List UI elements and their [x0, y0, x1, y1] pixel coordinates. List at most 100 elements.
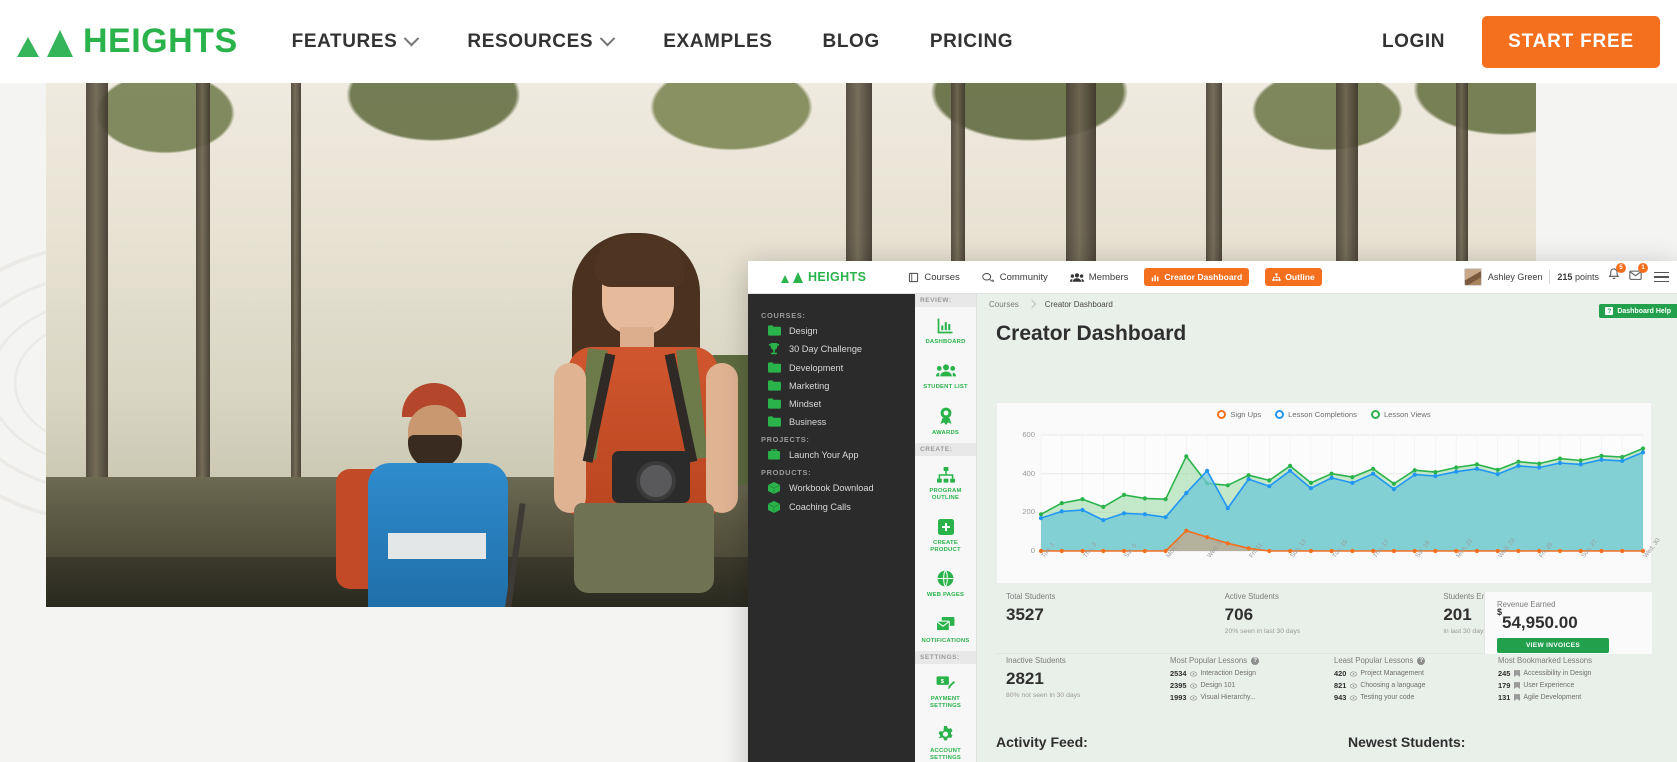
legend-item-lesson-completions[interactable]: Lesson Completions — [1275, 410, 1357, 419]
activity-feed-title: Activity Feed: — [996, 734, 1088, 750]
help-icon[interactable]: ? — [1417, 656, 1426, 665]
rail-item-web-pages[interactable]: WEB PAGES — [915, 560, 976, 605]
legend-item-lesson-views[interactable]: Lesson Views — [1370, 410, 1431, 419]
site-header-actions: LOGIN START FREE — [1382, 15, 1660, 68]
sidebar-item-workbook-download[interactable]: Workbook Download — [768, 482, 915, 494]
nav-item-resources[interactable]: RESOURCES — [467, 31, 616, 53]
briefcase-icon — [768, 449, 782, 460]
help-icon[interactable]: ? — [1251, 656, 1260, 665]
folder-icon — [768, 416, 782, 427]
rail-item-notifications[interactable]: NOTIFICATIONS — [915, 606, 976, 651]
legend-label: Sign Ups — [1230, 410, 1262, 419]
list-item: 245 Accessibility in Design — [1498, 669, 1592, 678]
sidebar-item-30-day-challenge[interactable]: 30 Day Challenge — [768, 343, 915, 355]
rail-item-student-list[interactable]: STUDENT LIST — [915, 352, 976, 397]
nav-item-pricing[interactable]: PRICING — [930, 31, 1013, 53]
rail-item-label: STUDENT LIST — [923, 384, 968, 391]
avatar[interactable] — [1463, 268, 1482, 286]
newest-students: Newest Students: Brad Parker May 11, 201… — [1348, 734, 1648, 762]
nav-item-examples[interactable]: EXAMPLES — [663, 31, 772, 53]
rail-item-payment-settings[interactable]: $ PAYMENT SETTINGS — [915, 664, 976, 716]
nav-label: PRICING — [929, 30, 1014, 52]
rail-item-dashboard[interactable]: DASHBOARD — [915, 307, 976, 352]
notification-badge: 5 — [1616, 263, 1626, 273]
list-item: 2534 Interaction Design — [1170, 669, 1256, 678]
globe-icon — [937, 569, 954, 588]
dashboard-help-button[interactable]: ? Dashboard Help — [1599, 304, 1677, 318]
divider — [1549, 270, 1551, 284]
sidebar-item-label: Workbook Download — [789, 483, 874, 493]
sidebar-item-label: Development — [789, 362, 844, 373]
site-logo[interactable]: HEIGHTS — [17, 22, 238, 61]
sidebar-item-design[interactable]: Design — [768, 325, 915, 336]
stat-label-text: Most Popular Lessons — [1170, 656, 1248, 665]
outline-button[interactable]: Outline — [1265, 268, 1322, 286]
nav-label: EXAMPLES — [663, 30, 773, 52]
login-link[interactable]: LOGIN — [1382, 31, 1445, 53]
stat-label-text: Most Bookmarked Lessons — [1498, 656, 1593, 665]
breadcrumb-root[interactable]: Courses — [989, 300, 1019, 309]
list-item: 2395 Design 101 — [1170, 681, 1236, 690]
sidebar-item-marketing[interactable]: Marketing — [768, 380, 915, 391]
app-nav-courses[interactable]: Courses — [908, 272, 960, 283]
rail-heading-review: REVIEW: — [915, 294, 976, 307]
legend-item-sign-ups[interactable]: Sign Ups — [1217, 410, 1261, 419]
currency-symbol: $ — [1497, 607, 1503, 618]
mountain-logo-icon — [17, 27, 73, 57]
hamburger-menu-icon[interactable] — [1654, 269, 1669, 286]
rail-item-label: WEB PAGES — [926, 592, 965, 599]
revenue-value: $54,950.00 — [1497, 607, 1652, 633]
sidebar-item-development[interactable]: Development — [768, 362, 915, 373]
question-icon: ? — [1605, 307, 1614, 315]
stat-label: Inactive Students — [1006, 656, 1066, 665]
stat-value: 3527 — [1006, 605, 1044, 624]
y-axis-tick: 600 — [1022, 430, 1035, 439]
sidebar-item-launch-your-app[interactable]: Launch Your App — [768, 449, 915, 460]
chevron-right-icon — [1027, 299, 1037, 309]
folder-icon — [768, 325, 782, 336]
bar-chart-icon — [1151, 273, 1160, 282]
app-logo[interactable]: HEIGHTS — [781, 270, 866, 284]
rail-item-label: NOTIFICATIONS — [921, 637, 970, 644]
view-invoices-button[interactable]: VIEW INVOICES — [1497, 638, 1609, 653]
list-item: 943 Testing your code — [1334, 693, 1415, 702]
page-title: Creator Dashboard — [996, 322, 1187, 345]
rail-item-awards[interactable]: AWARDS — [915, 398, 976, 443]
sidebar-item-label: Coaching Calls — [789, 502, 851, 512]
notifications-bell-icon[interactable]: 5 — [1608, 263, 1626, 286]
eye-icon — [1190, 682, 1198, 689]
stat-label: Least Popular Lessons? — [1334, 656, 1488, 665]
messages-icon[interactable]: 1 — [1629, 263, 1648, 286]
bookmark-icon — [1514, 682, 1521, 689]
sidebar-item-business[interactable]: Business — [768, 416, 915, 427]
list-item: 821 Choosing a language — [1334, 681, 1426, 690]
app-user-area: Ashley Green 215 points 5 1 — [1463, 263, 1669, 286]
site-main-menu: FEATURES RESOURCES EXAMPLES BLOG PRICING — [292, 31, 1064, 53]
creator-dashboard-button[interactable]: Creator Dashboard — [1144, 268, 1250, 286]
nav-item-features[interactable]: FEATURES — [292, 31, 420, 53]
newest-students-title: Newest Students: — [1348, 734, 1466, 750]
sidebar-item-mindset[interactable]: Mindset — [768, 398, 915, 409]
eye-icon — [1350, 682, 1358, 689]
rail-item-account-settings[interactable]: ACCOUNT SETTINGS — [915, 716, 976, 762]
sidebar-item-coaching-calls[interactable]: Coaching Calls — [768, 501, 915, 513]
app-nav-community[interactable]: Community — [982, 272, 1048, 283]
rail-item-label: DASHBOARD — [925, 339, 966, 345]
app-nav-members[interactable]: Members — [1069, 272, 1128, 283]
legend-swatch — [1275, 410, 1285, 419]
nav-label: BLOG — [822, 30, 880, 52]
rail-item-program-outline[interactable]: PROGRAM OUTLINE — [915, 456, 976, 508]
stat-label: Most Popular Lessons? — [1170, 656, 1324, 665]
stat-most-bookmarked-lessons: Most Bookmarked Lessons 245 Accessibility… — [1488, 656, 1652, 728]
stat-active-students: Active Students 706 20% seen in last 30 … — [1215, 592, 1434, 653]
sidebar-item-label: Design — [789, 325, 818, 336]
eye-icon — [1190, 694, 1198, 701]
points-label: 215 points — [1557, 272, 1599, 282]
rail-item-create-product[interactable]: CREATE PRODUCT — [915, 508, 976, 560]
nav-item-blog[interactable]: BLOG — [823, 31, 880, 53]
start-free-button[interactable]: START FREE — [1482, 15, 1660, 68]
creator-nav-rail: REVIEW: DASHBOARD STUDENT LIST AWARDS CR… — [915, 294, 977, 762]
rail-heading-settings: SETTINGS: — [915, 651, 976, 665]
stat-least-popular-lessons: Least Popular Lessons? 420 Project Manage… — [1324, 656, 1488, 728]
stat-label: Active Students — [1224, 592, 1279, 601]
